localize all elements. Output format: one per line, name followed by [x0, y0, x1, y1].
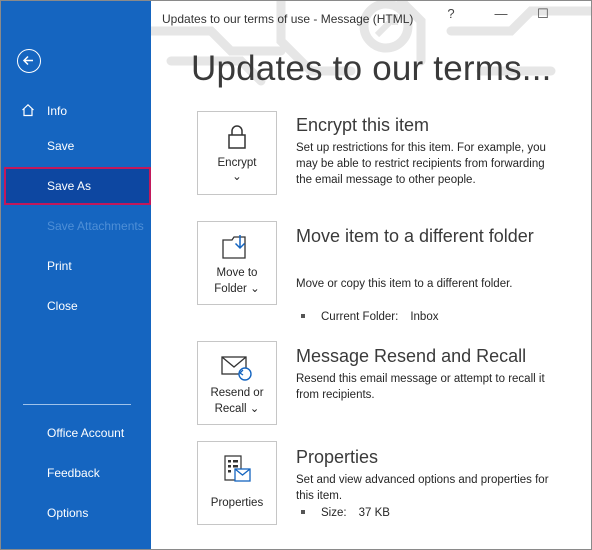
resend-recall-button[interactable]: Resend or Recall ⌄: [197, 341, 277, 425]
minimize-button[interactable]: —: [491, 6, 511, 21]
sidebar-item-label: Save Attachments: [47, 219, 144, 233]
move-button-label: Move to: [216, 267, 258, 279]
bullet-icon: [301, 509, 305, 514]
resend-button-sublabel: Recall ⌄: [214, 403, 260, 415]
size-row: Size: 37 KB: [301, 507, 390, 519]
encrypt-section-description: Set up restrictions for this item. For e…: [296, 142, 546, 186]
resend-section-description: Resend this email message or attempt to …: [296, 373, 545, 401]
back-arrow-icon: [22, 55, 33, 66]
move-section-description: Move or copy this item to a different fo…: [296, 278, 513, 290]
sidebar-item-info[interactable]: Info: [1, 93, 151, 129]
sidebar-item-label: Save As: [47, 179, 92, 193]
sidebar-item-feedback[interactable]: Feedback: [1, 455, 151, 491]
bullet-icon: [301, 313, 305, 318]
properties-icon: [224, 455, 251, 482]
resend-section-title: Message Resend and Recall: [296, 346, 527, 366]
chevron-down-icon: ⌄: [232, 171, 242, 183]
window-title: Updates to our terms of use - Message (H…: [162, 12, 414, 26]
maximize-button[interactable]: ☐: [533, 6, 553, 22]
move-button-sublabel: Folder ⌄: [214, 283, 260, 295]
sidebar-item-label: Options: [47, 506, 89, 520]
move-to-folder-button[interactable]: Move to Folder ⌄: [197, 221, 277, 305]
sidebar-item-save-as[interactable]: Save As: [4, 167, 151, 205]
resend-button-label: Resend or: [210, 387, 264, 399]
home-icon: [22, 103, 34, 117]
move-section-title: Move item to a different folder: [296, 226, 534, 246]
outlook-backstage-window: Info Save Save As Save Attachments Print…: [0, 0, 592, 550]
sidebar-item-save-attachments: Save Attachments: [1, 208, 151, 244]
current-folder-label: Current Folder:: [321, 311, 399, 323]
sidebar-item-label: Print: [47, 259, 72, 273]
resend-envelope-icon: [221, 356, 252, 381]
properties-button-label: Properties: [210, 497, 264, 509]
move-folder-icon: [222, 235, 246, 259]
size-label: Size:: [321, 507, 347, 519]
sidebar-item-label: Close: [47, 299, 78, 313]
encrypt-section-title: Encrypt this item: [296, 115, 430, 135]
back-button[interactable]: [17, 49, 41, 73]
sidebar-item-label: Info: [47, 104, 68, 118]
size-value: 37 KB: [358, 507, 390, 519]
sidebar-item-options[interactable]: Options: [1, 495, 151, 531]
sidebar-item-office-account[interactable]: Office Account: [1, 415, 151, 451]
sidebar-divider: [23, 404, 131, 405]
sidebar-item-close[interactable]: Close: [1, 288, 151, 324]
current-folder-value: Inbox: [410, 311, 439, 323]
help-button[interactable]: ?: [441, 6, 461, 21]
backstage-sidebar: Info Save Save As Save Attachments Print…: [1, 1, 151, 549]
lock-icon: [228, 125, 246, 149]
current-folder-row: Current Folder: Inbox: [301, 311, 438, 323]
sidebar-item-label: Office Account: [47, 426, 125, 440]
properties-button[interactable]: Properties: [197, 441, 277, 525]
page-title: Updates to our terms...: [191, 49, 552, 88]
sidebar-item-save[interactable]: Save: [1, 128, 151, 164]
sidebar-item-print[interactable]: Print: [1, 248, 151, 284]
encrypt-button[interactable]: Encrypt ⌄: [197, 111, 277, 195]
sidebar-item-label: Save: [47, 139, 75, 153]
sidebar-item-label: Feedback: [47, 466, 100, 480]
properties-section-title: Properties: [296, 447, 379, 467]
properties-section-description: Set and view advanced options and proper…: [296, 474, 549, 502]
info-panel: Updates to our terms of use - Message (H…: [151, 1, 591, 549]
